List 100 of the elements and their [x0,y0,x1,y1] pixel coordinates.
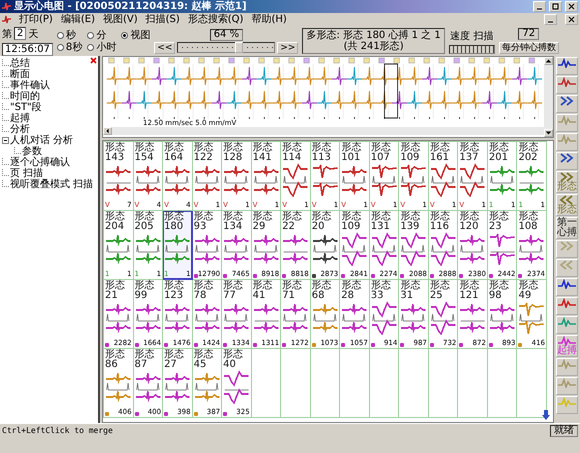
view-radio[interactable]: 分 [87,30,116,40]
template-label: 形态40 [223,350,244,370]
template-label: 形态31 [400,281,422,301]
scroll-down-icon[interactable] [544,129,553,137]
beat-type-icon [341,343,346,347]
template-label: 形态141 [252,143,274,163]
menu-item[interactable]: 形态搜索(Q) [188,14,244,26]
scroll-up-icon[interactable] [544,57,553,65]
document-icon [2,15,11,24]
beat-type-icon [105,343,109,347]
template-label: 形态87 [134,350,156,370]
collapse-icon[interactable] [2,137,9,144]
template-label: 形态33 [370,281,392,301]
template-label: 形态108 [518,212,540,232]
template-label: 形态23 [488,212,510,232]
template-label: 形态134 [223,212,244,232]
menu-item[interactable]: 扫描(S) [146,14,180,26]
toolbar-button[interactable] [556,297,578,315]
tree-item[interactable]: 视听覆叠模式 扫描 [10,179,94,190]
template-label: 形态22 [282,212,304,232]
beat-type-icon [223,274,228,278]
view-radio[interactable]: 秒 [56,30,82,40]
beat-type-icon [312,343,316,347]
template-label: 形态202 [518,143,540,163]
tree-item[interactable]: 断面 [10,69,30,80]
beat-type-icon [134,412,139,416]
empty-template-cell [428,349,458,418]
template-label: 形态77 [223,281,244,301]
empty-template-cell [488,349,518,418]
time-field[interactable]: 12:56:07 [2,42,53,56]
view-radio[interactable]: 8秒 [56,42,82,52]
previous-button[interactable]: << [154,42,176,54]
template-label: 形态107 [370,143,392,163]
tree-item[interactable]: 时间的 [10,91,40,102]
heart-rate-button[interactable]: 每分钟心搏数 [498,42,559,54]
template-label: 形态109 [400,143,422,163]
template-label: 形态205 [134,212,156,232]
toolbar-button[interactable] [556,76,578,94]
template-label: 形态114 [282,143,304,163]
beat-type-icon [488,343,493,347]
menu-item[interactable]: 帮助(H) [251,14,287,26]
template-label: 形态143 [105,143,126,163]
tree-item[interactable]: 事件确认 [10,80,50,91]
beat-type-icon [164,343,168,347]
beat-type-icon [194,274,198,278]
beat-type-icon [223,412,228,416]
day-label: 第 [2,28,12,40]
menu-item[interactable]: 编辑(E) [60,14,95,26]
minimize-icon[interactable] [544,14,557,25]
template-label: 形态128 [223,143,244,163]
position-slider-thumb[interactable] [234,42,243,53]
template-label: 形态116 [430,212,451,232]
beat-type-icon [459,343,464,347]
beat-type-icon [194,412,198,416]
scroll-left-icon[interactable] [103,127,112,135]
empty-template-cell [399,349,429,418]
empty-template-cell [370,349,400,418]
tree-item[interactable]: 人机对话 分析 [10,135,74,146]
tree-item[interactable]: "ST"段 [10,102,42,113]
template-label: 形态113 [312,143,333,163]
window-title: 显示心电图 - [020050211204319: 赵棒 示范1] [14,0,248,12]
template-label: 形态109 [341,212,362,232]
minimize-icon[interactable] [533,1,546,12]
tree-item[interactable]: 总结 [10,58,30,69]
view-radio[interactable]: 视图 [121,30,150,40]
down-arrow-icon[interactable] [541,410,551,420]
menu-item[interactable]: 视图(V) [102,14,138,26]
speed-track[interactable] [448,44,495,54]
restore-icon[interactable] [549,1,562,12]
beat-type-icon [370,274,375,278]
toolbar-button[interactable] [556,278,578,296]
beat-type-icon [430,274,434,278]
beat-type-icon [341,274,346,278]
menu-item[interactable]: 打印(P) [19,14,53,26]
tree-item[interactable]: 页 扫描 [10,168,44,179]
toolbar-button[interactable] [556,95,578,113]
template-label: 形态139 [400,212,422,232]
tree-item[interactable]: 参数 [22,146,42,157]
toolbar-button[interactable] [556,152,578,170]
template-label: 形态120 [459,212,480,232]
beat-type-icon [400,274,404,278]
tree-item[interactable]: 分析 [10,124,30,135]
toolbar-button[interactable]: 第一心搏 [556,217,578,239]
morphology-info-text: 多形态: 形态 180 心搏 1 之 1 [306,30,441,41]
template-label: 形态154 [134,143,156,163]
status-panel: 就绪 [550,424,578,436]
beat-type-icon [518,274,522,278]
toolbar-button[interactable] [556,57,578,75]
template-label: 形态161 [430,143,451,163]
empty-template-cell [340,349,370,418]
view-radio[interactable]: 小时 [87,42,116,52]
next-button[interactable]: >> [277,42,298,54]
tree-item[interactable]: 逐个心搏确认 [10,157,70,168]
template-label: 形态201 [488,143,510,163]
tree-item[interactable]: 起搏 [10,113,30,124]
template-label: 形态25 [430,281,451,301]
status-message: Ctrl+LeftClick to merge [2,426,114,435]
day-field[interactable]: 2 [14,27,26,40]
template-label: 形态101 [341,143,362,163]
template-label: 形态71 [282,281,304,301]
